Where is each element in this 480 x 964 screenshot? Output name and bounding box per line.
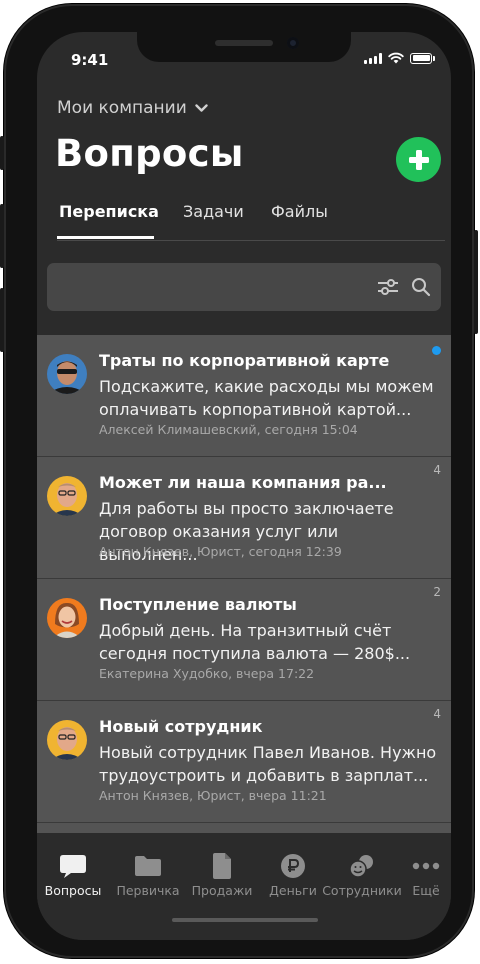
plus-icon (408, 149, 429, 170)
page-title: Вопросы (55, 132, 244, 175)
conversation-item[interactable]: Поступление валюты Добрый день. На транз… (37, 579, 451, 701)
conversation-item[interactable]: Новый сотрудник Новый сотрудник Павел Ив… (37, 701, 451, 823)
conversation-item-partial[interactable] (37, 823, 451, 833)
conversation-title: Поступление валюты (99, 595, 297, 614)
conversation-item[interactable]: Может ли наша компания ра... Для работы … (37, 457, 451, 579)
tab-files[interactable]: Файлы (271, 202, 328, 221)
more-dots-icon (386, 851, 451, 881)
conversation-meta: Екатерина Худобко, вчера 17:22 (99, 666, 315, 681)
power-button (474, 230, 478, 334)
chevron-down-icon (195, 103, 208, 112)
conversation-item[interactable]: Траты по корпоративной карте Подскажите,… (37, 335, 451, 457)
nav-more-label: Ещё (412, 883, 440, 898)
conversation-preview: Подскажите, какие расходы мы можем оплач… (99, 377, 434, 419)
nav-primary-docs-label: Первичка (116, 883, 180, 898)
nav-questions-label: Вопросы (44, 883, 102, 898)
company-selector-label: Мои компании (57, 98, 187, 118)
nav-money[interactable]: Деньги (253, 851, 333, 898)
battery-tip (433, 55, 435, 61)
battery-icon (410, 52, 432, 64)
conversation-title: Новый сотрудник (99, 717, 263, 736)
cellular-signal-icon (364, 52, 382, 64)
message-count-badge: 4 (433, 463, 441, 477)
conversation-preview: Добрый день. На транзитный счёт сегодня … (99, 621, 411, 663)
magnifier-icon[interactable] (411, 277, 431, 297)
mute-switch (0, 136, 4, 170)
screen: 9:41 Мои компании Вопросы Переписка Зада… (37, 32, 451, 940)
nav-sales-label: Продажи (191, 883, 253, 898)
add-question-button[interactable] (396, 137, 441, 182)
message-count-badge: 4 (433, 707, 441, 721)
document-icon (182, 851, 262, 881)
phone-frame: 9:41 Мои компании Вопросы Переписка Зада… (0, 4, 478, 958)
tab-bar: Переписка Задачи Файлы (57, 202, 445, 241)
bottom-navigation: Вопросы Первичка Продажи Деньги Сотрудни… (37, 837, 451, 940)
notch (137, 32, 351, 62)
conversation-list: Траты по корпоративной карте Подскажите,… (37, 335, 451, 833)
conversation-preview: Новый сотрудник Павел Иванов. Нужно труд… (99, 743, 437, 785)
speaker (215, 40, 273, 46)
nav-money-label: Деньги (269, 883, 317, 898)
front-camera (287, 37, 299, 49)
sliders-icon[interactable] (377, 277, 399, 297)
conversation-title: Траты по корпоративной карте (99, 351, 390, 370)
conversation-meta: Антон Князев, Юрист, сегодня 12:39 (99, 544, 342, 559)
volume-down-button (0, 288, 4, 352)
avatar (47, 476, 87, 516)
conversation-meta: Алексей Климашевский, сегодня 15:04 (99, 422, 358, 437)
status-icons (364, 52, 435, 64)
avatar (47, 720, 87, 760)
conversation-meta: Антон Князев, Юрист, вчера 11:21 (99, 788, 327, 803)
search-bar (47, 263, 441, 313)
nav-primary-docs[interactable]: Первичка (108, 851, 188, 898)
avatar (47, 598, 87, 638)
folder-icon (108, 851, 188, 881)
company-selector[interactable]: Мои компании (57, 98, 208, 118)
nav-sales[interactable]: Продажи (182, 851, 262, 898)
ruble-coin-icon (253, 851, 333, 881)
avatar (47, 354, 87, 394)
search-input[interactable] (59, 263, 363, 313)
status-time: 9:41 (71, 51, 109, 69)
message-count-badge: 2 (433, 585, 441, 599)
tab-tasks[interactable]: Задачи (183, 202, 244, 221)
active-tab-indicator (57, 236, 154, 239)
volume-up-button (0, 204, 4, 268)
wifi-icon (388, 52, 404, 64)
tab-correspondence[interactable]: Переписка (59, 202, 159, 221)
nav-questions[interactable]: Вопросы (37, 851, 113, 898)
nav-more[interactable]: Ещё (386, 851, 451, 898)
home-indicator (172, 918, 318, 922)
conversation-title: Может ли наша компания ра... (99, 473, 387, 492)
chat-bubble-icon (37, 851, 113, 881)
unread-dot (432, 346, 441, 355)
